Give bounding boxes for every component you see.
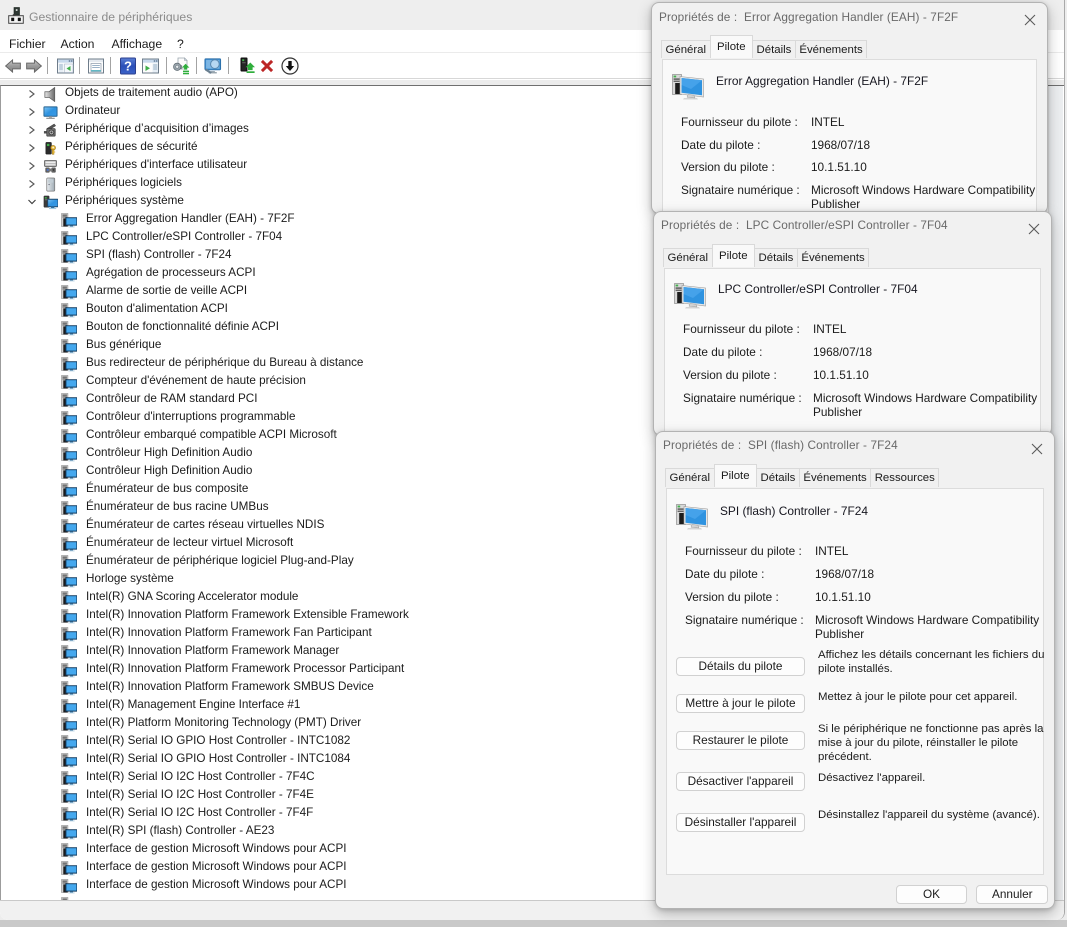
svg-text:?: ? <box>124 58 132 73</box>
